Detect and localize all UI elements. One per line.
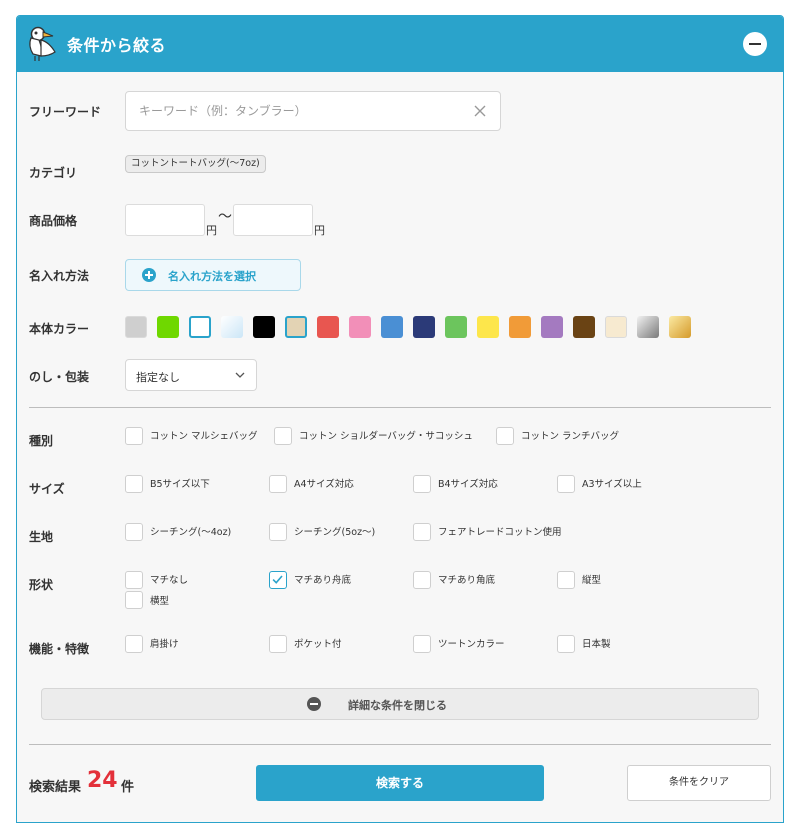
- result-suffix: 件: [121, 780, 135, 795]
- color-swatch-natural[interactable]: [285, 316, 307, 338]
- checkbox-label: フェアトレードコットン使用: [438, 527, 562, 538]
- category-label: カテゴリ: [29, 166, 78, 180]
- select-naming-method-label: 名入れ方法を選択: [168, 270, 256, 283]
- checkbox-feature-3[interactable]: [413, 635, 431, 653]
- checkbox-type-1[interactable]: [125, 427, 143, 445]
- checkbox-size-3[interactable]: [413, 475, 431, 493]
- checkbox-shape-4[interactable]: [557, 571, 575, 589]
- footer-divider: [29, 744, 771, 745]
- checkbox-type-2[interactable]: [274, 427, 292, 445]
- keyword-input[interactable]: [127, 93, 457, 129]
- checkbox-label: A3サイズ以上: [582, 479, 642, 490]
- feature-label: 機能・特徴: [29, 642, 90, 656]
- checkbox-label: 日本製: [582, 639, 611, 650]
- checkbox-label: マチあり舟底: [294, 575, 352, 586]
- checkbox-fabric-2[interactable]: [269, 523, 287, 541]
- price-separator: 〜: [218, 209, 232, 225]
- color-swatch-gray[interactable]: [125, 316, 147, 338]
- checkbox-label: A4サイズ対応: [294, 479, 354, 490]
- checkbox-type-3[interactable]: [496, 427, 514, 445]
- color-swatch-gold[interactable]: [669, 316, 691, 338]
- checkbox-label: 横型: [150, 596, 170, 607]
- minus-circle-icon: [307, 697, 321, 711]
- clear-conditions-button[interactable]: 条件をクリア: [627, 765, 771, 801]
- checkbox-size-4[interactable]: [557, 475, 575, 493]
- checkbox-label: シーチング(5oz〜): [294, 527, 376, 538]
- noshi-select-value: 指定なし: [136, 371, 180, 384]
- price-label: 商品価格: [29, 214, 78, 228]
- checkbox-label: 縦型: [582, 575, 602, 586]
- freeword-label: フリーワード: [29, 105, 102, 119]
- checkbox-label: ツートンカラー: [438, 639, 505, 650]
- search-button[interactable]: 検索する: [256, 765, 544, 801]
- size-label: サイズ: [29, 482, 65, 496]
- price-min-unit: 円: [206, 224, 217, 237]
- checkbox-feature-1[interactable]: [125, 635, 143, 653]
- checkbox-label: マチなし: [150, 575, 189, 586]
- checkbox-label: B4サイズ対応: [438, 479, 498, 490]
- color-swatch-orange[interactable]: [509, 316, 531, 338]
- checkbox-label: コットン マルシェバッグ: [150, 431, 258, 442]
- section-divider: [29, 407, 771, 408]
- noshi-select[interactable]: 指定なし: [125, 359, 257, 391]
- color-swatch-lime-green[interactable]: [157, 316, 179, 338]
- close-icon[interactable]: [472, 103, 488, 119]
- result-count: 24: [87, 768, 118, 793]
- checkbox-shape-3[interactable]: [413, 571, 431, 589]
- result-prefix: 検索結果: [29, 780, 82, 795]
- color-swatch-red[interactable]: [317, 316, 339, 338]
- pelican-logo-icon: [29, 26, 56, 61]
- color-swatch-clear[interactable]: [221, 316, 243, 338]
- chevron-down-icon: [235, 372, 245, 378]
- color-swatch-yellow[interactable]: [477, 316, 499, 338]
- checkbox-label: シーチング(〜4oz): [150, 527, 232, 538]
- price-min-input[interactable]: [125, 204, 205, 236]
- close-detail-label: 詳細な条件を閉じる: [348, 699, 447, 712]
- noshi-label: のし・包装: [29, 370, 90, 384]
- checkbox-size-1[interactable]: [125, 475, 143, 493]
- price-max-unit: 円: [314, 224, 325, 237]
- color-swatch-purple[interactable]: [541, 316, 563, 338]
- checkbox-shape-5[interactable]: [125, 591, 143, 609]
- plus-circle-icon: [142, 268, 156, 282]
- naming-label: 名入れ方法: [29, 269, 90, 283]
- color-swatch-white[interactable]: [189, 316, 211, 338]
- checkbox-label: コットン ショルダーバッグ・サコッシュ: [299, 431, 473, 442]
- color-swatch-beige[interactable]: [605, 316, 627, 338]
- checkbox-shape-1[interactable]: [125, 571, 143, 589]
- checkbox-fabric-3[interactable]: [413, 523, 431, 541]
- fabric-label: 生地: [29, 530, 54, 544]
- checkbox-label: ポケット付: [294, 639, 342, 650]
- color-swatch-black[interactable]: [253, 316, 275, 338]
- checkbox-feature-4[interactable]: [557, 635, 575, 653]
- color-swatch-brown[interactable]: [573, 316, 595, 338]
- color-swatch-blue[interactable]: [381, 316, 403, 338]
- category-chip[interactable]: コットントートバッグ(〜7oz): [125, 155, 266, 173]
- color-swatch-silver[interactable]: [637, 316, 659, 338]
- color-swatch-pink[interactable]: [349, 316, 371, 338]
- search-filter-panel: 条件から絞る フリーワード カテゴリ コットントートバッグ(〜7oz) 商品価格…: [16, 15, 784, 823]
- shape-label: 形状: [29, 578, 54, 592]
- panel-title: 条件から絞る: [67, 36, 167, 55]
- color-swatch-green[interactable]: [445, 316, 467, 338]
- color-swatch-navy[interactable]: [413, 316, 435, 338]
- price-max-input[interactable]: [233, 204, 313, 236]
- keyword-input-wrapper: [125, 91, 501, 131]
- checkbox-label: マチあり角底: [438, 575, 496, 586]
- body-color-label: 本体カラー: [29, 322, 90, 336]
- checkbox-shape-2[interactable]: [269, 571, 287, 589]
- checkbox-feature-2[interactable]: [269, 635, 287, 653]
- close-detail-conditions-button[interactable]: 詳細な条件を閉じる: [41, 688, 759, 720]
- checkbox-label: B5サイズ以下: [150, 479, 210, 490]
- checkbox-label: コットン ランチバッグ: [521, 431, 620, 442]
- checkbox-label: 肩掛け: [150, 639, 179, 650]
- checkbox-size-2[interactable]: [269, 475, 287, 493]
- checkbox-fabric-1[interactable]: [125, 523, 143, 541]
- check-icon: [272, 575, 283, 584]
- collapse-panel-button[interactable]: [743, 32, 767, 56]
- select-naming-method-button[interactable]: 名入れ方法を選択: [125, 259, 301, 291]
- type-label: 種別: [29, 434, 54, 448]
- panel-header: 条件から絞る: [17, 16, 783, 72]
